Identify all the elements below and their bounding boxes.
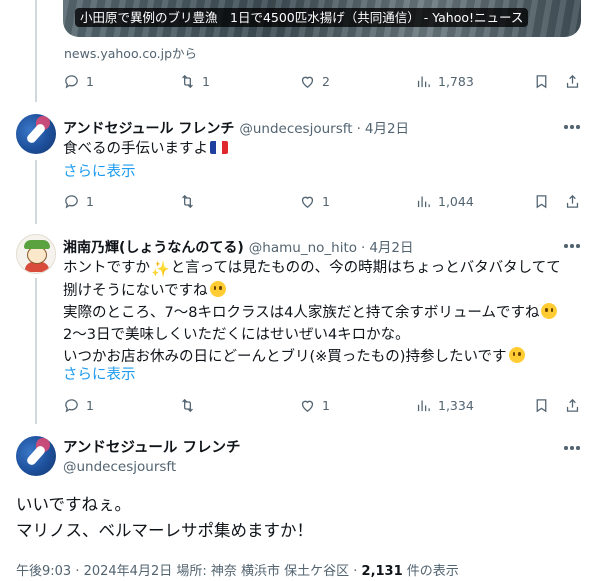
user-handle[interactable]: @undecesjoursft bbox=[239, 121, 352, 137]
more-options-icon[interactable] bbox=[564, 244, 580, 248]
reply-button[interactable]: 1 bbox=[63, 397, 94, 414]
retweet-icon bbox=[182, 74, 193, 88]
tweet-date[interactable]: 4月2日 bbox=[365, 117, 409, 137]
action-bar: 1 1 2 1,783 bbox=[63, 70, 583, 92]
tweet-text-line: 実際のところ、7〜8キロクラスは4人家族だと持て余すボリュームですね bbox=[63, 302, 561, 324]
retweet-button[interactable] bbox=[179, 397, 196, 414]
bar-chart-icon bbox=[417, 400, 430, 411]
bookmark-icon bbox=[536, 194, 547, 208]
views-count: 1,783 bbox=[438, 73, 474, 89]
share-icon bbox=[566, 398, 579, 412]
retweet-button[interactable]: 1 bbox=[179, 73, 210, 90]
share-icon bbox=[566, 194, 579, 208]
views-button[interactable]: 1,783 bbox=[415, 73, 474, 90]
link-card-image[interactable]: 小田原で異例のブリ豊漁 1日で4500匹水揚げ（共同通信） - Yahoo!ニュ… bbox=[63, 0, 581, 37]
share-button[interactable] bbox=[564, 73, 581, 90]
user-handle[interactable]: @hamu_no_hito bbox=[249, 240, 357, 256]
tweet-text-line: いつかお店お休みの日にどーんとブリ(※買ったもの)持参したいです bbox=[63, 346, 561, 368]
bookmark-icon bbox=[536, 74, 547, 88]
display-name[interactable]: 湘南乃輝(しょうなんのてる) bbox=[63, 237, 244, 257]
tweet-text-line: 捌けそうにないですね bbox=[63, 280, 561, 302]
tweet-date[interactable]: 4月2日 bbox=[369, 236, 413, 256]
thread-line bbox=[35, 0, 37, 102]
like-button[interactable]: 1 bbox=[299, 397, 330, 414]
views-count: 1,044 bbox=[438, 193, 474, 209]
tweet-text-line: 食べるの手伝いますよ bbox=[63, 141, 208, 157]
display-name[interactable]: アンドセジュール フレンチ bbox=[63, 118, 234, 138]
reply-button[interactable]: 1 bbox=[63, 73, 94, 90]
timestamp-location[interactable]: 午後9:03 · 2024年4月2日 場所: 神奈 横浜市 保土ケ谷区 · bbox=[16, 564, 362, 579]
avatar[interactable] bbox=[16, 436, 56, 476]
share-button[interactable] bbox=[564, 397, 581, 414]
like-button[interactable]: 2 bbox=[299, 73, 330, 90]
more-options-icon[interactable] bbox=[564, 125, 580, 129]
tweet-text: 食べるの手伝いますよ bbox=[63, 138, 228, 160]
avatar[interactable] bbox=[16, 234, 56, 274]
tweet-text-line: マリノス、ベルマーレサポ集めますか！ bbox=[16, 521, 313, 540]
link-card-caption: 小田原で異例のブリ豊漁 1日で4500匹水揚げ（共同通信） - Yahoo!ニュ… bbox=[75, 8, 529, 27]
sweat-smile-icon bbox=[541, 303, 558, 319]
like-count: 1 bbox=[322, 397, 330, 413]
reply-count: 1 bbox=[86, 193, 94, 209]
show-more-link[interactable]: さらに表示 bbox=[63, 363, 136, 384]
tweet-text-line: いいですねぇ。 bbox=[16, 495, 132, 514]
reply-icon bbox=[65, 398, 78, 413]
reply-count: 1 bbox=[86, 397, 94, 413]
views-button[interactable]: 1,044 bbox=[415, 193, 474, 210]
thread-line bbox=[35, 160, 37, 224]
bookmark-button[interactable] bbox=[533, 73, 550, 90]
sparkles-icon: ✨ bbox=[151, 260, 170, 278]
tweet-text: いいですねぇ。 マリノス、ベルマーレサポ集めますか！ bbox=[16, 492, 313, 544]
views-count: 1,334 bbox=[438, 397, 474, 413]
france-flag-icon bbox=[210, 141, 228, 154]
retweet-count: 1 bbox=[202, 73, 210, 89]
like-count: 2 bbox=[322, 73, 330, 89]
views-button[interactable]: 1,334 bbox=[415, 397, 474, 414]
like-button[interactable]: 1 bbox=[299, 193, 330, 210]
retweet-icon bbox=[182, 194, 193, 208]
bar-chart-icon bbox=[417, 196, 430, 207]
user-handle[interactable]: @undecesjoursft bbox=[63, 459, 176, 475]
show-more-link[interactable]: さらに表示 bbox=[63, 160, 136, 181]
tweet-header: アンドセジュール フレンチ @undecesjoursft · 4月2日 bbox=[63, 117, 409, 138]
tweet-text: ホントですか✨と言っては見たものの、今の時期はちょっとバタバタしてて 捌けそうに… bbox=[63, 257, 561, 368]
thread-line bbox=[35, 278, 37, 424]
tweet-text-line: ホントですか✨と言っては見たものの、今の時期はちょっとバタバタしてて bbox=[63, 260, 561, 278]
bookmark-icon bbox=[536, 398, 547, 412]
separator-dot: · bbox=[361, 240, 366, 256]
grinning-face-icon bbox=[508, 347, 525, 363]
tweet-header: 湘南乃輝(しょうなんのてる) @hamu_no_hito · 4月2日 bbox=[63, 236, 414, 257]
reply-button[interactable]: 1 bbox=[63, 193, 94, 210]
retweet-button[interactable] bbox=[179, 193, 196, 210]
retweet-icon bbox=[182, 398, 193, 412]
more-options-icon[interactable] bbox=[564, 446, 580, 450]
bar-chart-icon bbox=[417, 76, 430, 87]
bookmark-button[interactable] bbox=[533, 193, 550, 210]
bookmark-button[interactable] bbox=[533, 397, 550, 414]
thinking-face-icon bbox=[209, 281, 226, 297]
tweet-meta: 午後9:03 · 2024年4月2日 場所: 神奈 横浜市 保土ケ谷区 · 2,… bbox=[16, 560, 459, 579]
heart-icon bbox=[301, 76, 314, 88]
tweet-text-line: 2〜3日で美味しくいただくにはせいぜい4キロかな。 bbox=[63, 327, 410, 343]
action-bar: 1 1 1,044 bbox=[63, 190, 583, 212]
share-icon bbox=[566, 74, 579, 88]
like-count: 1 bbox=[322, 193, 330, 209]
heart-icon bbox=[301, 196, 314, 208]
view-count: 2,131 bbox=[361, 564, 403, 579]
avatar[interactable] bbox=[16, 114, 56, 154]
reply-count: 1 bbox=[86, 73, 94, 89]
display-name[interactable]: アンドセジュール フレンチ bbox=[63, 436, 240, 457]
view-label: 件の表示 bbox=[402, 564, 459, 579]
action-bar: 1 1 1,334 bbox=[63, 394, 583, 416]
share-button[interactable] bbox=[564, 193, 581, 210]
link-card-source[interactable]: news.yahoo.co.jpから bbox=[64, 43, 197, 62]
reply-icon bbox=[65, 74, 78, 89]
heart-icon bbox=[301, 400, 314, 412]
reply-icon bbox=[65, 194, 78, 209]
separator-dot: · bbox=[356, 121, 361, 137]
avatar-hat bbox=[24, 240, 50, 249]
